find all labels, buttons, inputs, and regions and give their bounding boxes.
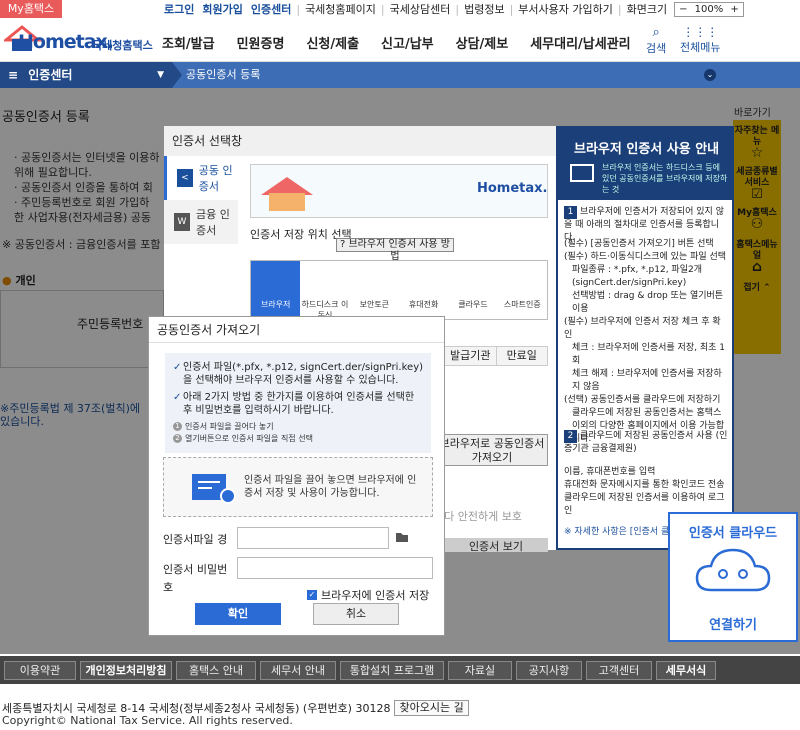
connect-label: 연결하기: [709, 618, 757, 633]
footer-terms[interactable]: 이용약관: [4, 661, 76, 680]
folder-open-icon[interactable]: [395, 531, 409, 545]
dialog-instructions: 인증서 파일(*.pfx, *.p12, signCert.der/signPr…: [165, 353, 431, 453]
nts-home-link[interactable]: 국세청홈페이지: [301, 1, 380, 17]
grid-icon: ⋮⋮⋮: [682, 25, 719, 39]
cancel-button[interactable]: 취소: [313, 603, 399, 625]
cert-center-menu[interactable]: ≡ 인증센터 ▼: [0, 62, 172, 88]
footer-privacy[interactable]: 개인정보처리방침: [80, 661, 172, 680]
view-cert-button[interactable]: 인증서 보기: [444, 538, 548, 553]
search-button[interactable]: ⌕ 검색: [646, 25, 666, 56]
guide-header: 브라우저 인증서 사용 안내 브라우저 인증서는 하드디스크 등에 있던 공동인…: [558, 128, 732, 200]
tab-joint-cert[interactable]: < 공동 인증서: [164, 156, 238, 200]
nav-bar: ≡ 인증센터 ▼ 공동인증서 등록 ⌄: [0, 62, 800, 88]
zoom-control[interactable]: − 100% +: [674, 1, 744, 17]
my-hometax-link[interactable]: My홈택스: [0, 0, 62, 18]
loc-mobile[interactable]: 휴대전화: [399, 261, 448, 319]
breadcrumb: 공동인증서 등록: [186, 68, 261, 81]
hometax-banner: Hometax.: [250, 164, 548, 218]
house-illustration-icon: [261, 177, 313, 211]
import-cert-dialog: 공동인증서 가져오기 인증서 파일(*.pfx, *.p12, signCert…: [148, 316, 445, 636]
footer-library[interactable]: 자료실: [448, 661, 512, 680]
browser-cert-help-button[interactable]: ? 브라우저 인증서 사용 방법: [336, 238, 454, 262]
method-2: 2 열기버튼으로 인증서 파일을 직접 선택: [173, 433, 423, 445]
top-utility-bar: My홈택스 로그인 회원가입 인증센터 | 국세청홈페이지 | 국세상담센터 |…: [0, 0, 800, 18]
cloud-title: 인증서 클라우드: [688, 526, 778, 541]
cert-drop-zone[interactable]: 인증서 파일을 끌어 놓으면 브라우저에 인증서 저장 및 사용이 가능합니다.: [163, 457, 433, 517]
password-label: 인증서 비밀번 호: [163, 563, 228, 594]
storage-location-list: 브라우저 하드디스크 이동식 보안토큰 휴대전화 클라우드 스마트인증: [250, 260, 548, 320]
guide-step-2: 2 클라우드에 저장된 공동인증서 사용 (인증기관 금융결제원): [564, 430, 728, 454]
gnb-inquiry[interactable]: 조회/발급: [162, 33, 215, 52]
gnb-report-pay[interactable]: 신고/납부: [381, 33, 434, 52]
zoom-value: 100%: [694, 3, 724, 15]
cert-password-input[interactable]: [237, 557, 433, 579]
tab-financial-cert[interactable]: W 금융 인증서: [164, 200, 238, 244]
certificate-icon: [192, 474, 236, 504]
import-browser-cert-button[interactable]: 브라우저로 공동인증서 가져오기: [436, 434, 548, 466]
monitor-icon: [570, 164, 594, 182]
safe-protect-text: 보다 안전하게 보호: [434, 510, 522, 523]
gnb-tax-agent[interactable]: 세무대리/납세관리: [530, 33, 630, 52]
consult-center-link[interactable]: 국세상담센터: [386, 1, 455, 17]
file-path-input[interactable]: [237, 527, 389, 549]
footer-tax-forms[interactable]: 세무서식: [656, 661, 716, 680]
search-icon: ⌕: [652, 25, 660, 40]
loc-browser[interactable]: 브라우저: [251, 261, 301, 319]
law-info-link[interactable]: 법령정보: [460, 1, 508, 17]
save-in-browser-checkbox[interactable]: ✓ 브라우저에 인증서 저장: [307, 587, 429, 603]
instruction-2: 아래 2가지 방법 중 한가지를 이용하여 인증서를 선택한 후 비밀번호를 입…: [173, 391, 423, 417]
dialog-title: 공동인증서 가져오기: [149, 317, 444, 343]
drop-zone-text: 인증서 파일을 끌어 놓으면 브라우저에 인증서 저장 및 사용이 가능합니다.: [244, 475, 417, 499]
file-path-label: 인증서파일 경: [163, 533, 228, 546]
directions-link[interactable]: 찾아오시는 길: [394, 700, 469, 716]
login-link[interactable]: 로그인: [160, 1, 198, 17]
method-1: 1 인증서 파일을 끌어다 놓기: [173, 421, 423, 433]
loc-cloud[interactable]: 클라우드: [448, 261, 497, 319]
cert-window-title: 인증서 선택창: [164, 126, 556, 156]
top-links: 로그인 회원가입 인증센터 | 국세청홈페이지 | 국세상담센터 | 법령정보 …: [160, 1, 744, 17]
crumb-arrow: [172, 62, 182, 88]
footer-tax-office[interactable]: 세무서 안내: [260, 661, 336, 680]
w-icon: W: [174, 213, 190, 231]
guide-step-2-details: 이름, 휴대폰번호를 입력 휴대전화 문자메시지를 통한 확인코드 전송 클라우…: [564, 467, 725, 516]
footer-nav: 이용약관 개인정보처리방침 홈택스 안내 세무서 안내 통합설치 프로그램 자료…: [0, 656, 800, 684]
cert-table-header: 발급기관 만료일: [444, 346, 548, 366]
share-icon: <: [177, 169, 193, 187]
dept-user-signup-link[interactable]: 부서사용자 가입하기: [514, 1, 617, 17]
chevron-down-icon[interactable]: ⌄: [704, 69, 716, 81]
confirm-button[interactable]: 확인: [195, 603, 281, 625]
checked-icon: ✓: [307, 590, 317, 600]
gnb-apply[interactable]: 신청/제출: [306, 33, 359, 52]
gnb-consult[interactable]: 상담/제보: [456, 33, 509, 52]
loc-harddisk[interactable]: 하드디스크 이동식: [300, 261, 349, 320]
loc-smart-cert[interactable]: 스마트인증: [498, 261, 547, 319]
cert-center-link[interactable]: 인증센터: [247, 1, 295, 17]
hamburger-icon: ≡: [8, 68, 19, 82]
signup-link[interactable]: 회원가입: [198, 1, 246, 17]
footer-customer[interactable]: 고객센터: [586, 661, 652, 680]
cloud-icon: [695, 548, 771, 592]
main-nav: 조회/발급 민원증명 신청/제출 신고/납부 상담/제보 세무대리/납세관리: [162, 33, 653, 52]
copyright: Copyright© National Tax Service. All rig…: [2, 714, 293, 727]
footer-notice[interactable]: 공지사항: [516, 661, 582, 680]
guide-step-1-details: (필수) [공동인증서 가져오기] 버튼 선택 (필수) 하드·이동식디스크에 …: [564, 239, 727, 444]
instruction-1: 인증서 파일(*.pfx, *.p12, signCert.der/signPr…: [173, 361, 423, 387]
footer-hometax-guide[interactable]: 홈택스 안내: [176, 661, 256, 680]
footer-install[interactable]: 통합설치 프로그램: [340, 661, 444, 680]
loc-security-token[interactable]: 보안토큰: [350, 261, 399, 319]
browser-cert-guide-panel: 브라우저 인증서 사용 안내 브라우저 인증서는 하드디스크 등에 있던 공동인…: [556, 126, 734, 550]
screen-size-label: 화면크기: [626, 3, 668, 16]
caret-down-icon: ▼: [157, 70, 164, 80]
gnb-certificates[interactable]: 민원증명: [237, 33, 285, 52]
all-menu-button[interactable]: ⋮⋮⋮ 전체메뉴: [680, 25, 720, 55]
hometax-logo[interactable]: Hometax. 국세청홈택스: [4, 24, 153, 56]
cert-cloud-connect[interactable]: 인증서 클라우드 연결하기: [668, 512, 798, 642]
